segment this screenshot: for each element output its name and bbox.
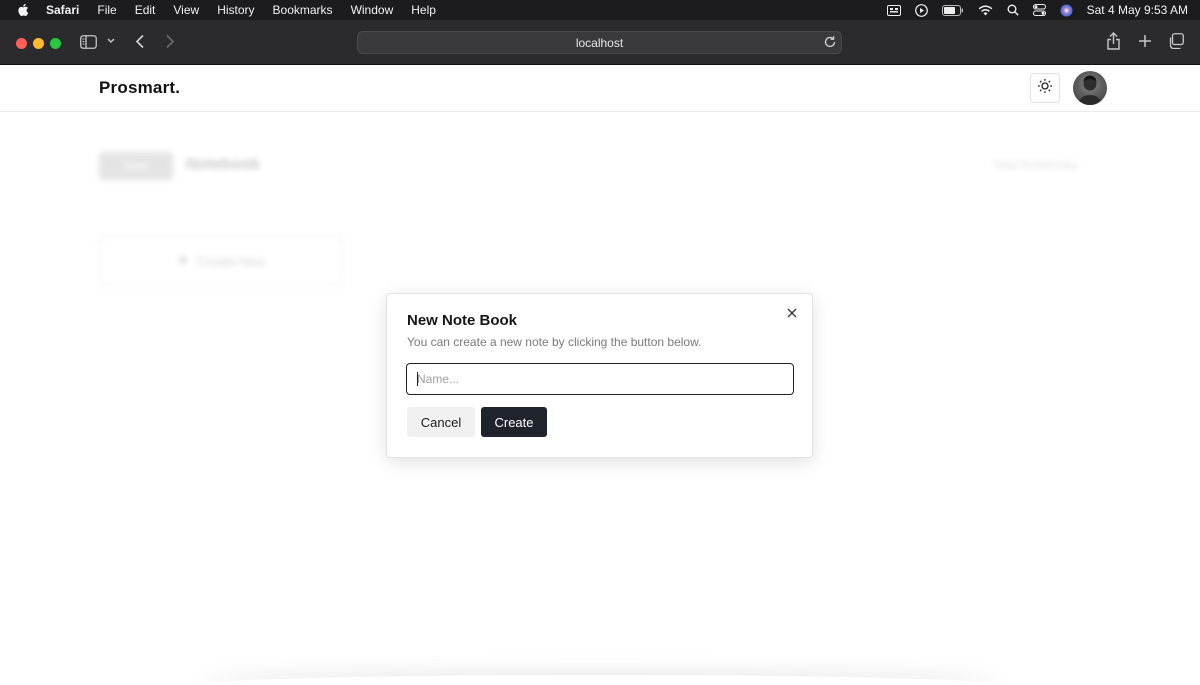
menu-clock[interactable]: Sat 4 May 9:53 AM [1087,3,1188,17]
bg-create-new-label: Create New [196,253,266,269]
siri-icon[interactable] [1060,4,1073,17]
menu-window[interactable]: Window [351,3,394,17]
notebook-name-input[interactable] [406,363,794,395]
web-page: Prosmart. New Notebook Total Notebooks C… [0,65,1200,685]
address-bar[interactable]: localhost [357,31,842,54]
close-icon[interactable] [785,306,799,320]
plus-icon [177,254,189,269]
sun-icon [1037,78,1053,99]
new-tab-plus-icon[interactable] [1138,34,1152,48]
macos-menu-bar: Safari File Edit View History Bookmarks … [0,0,1200,20]
spotlight-search-icon[interactable] [1007,4,1019,16]
new-notebook-dialog: New Note Book You can create a new note … [386,293,813,458]
site-header: Prosmart. [0,65,1200,112]
theme-toggle-button[interactable] [1030,73,1060,103]
text-caret [417,372,418,386]
window-maximize-button[interactable] [50,38,61,49]
bg-total-notebooks: Total Notebooks [992,158,1079,172]
menu-app-name[interactable]: Safari [46,3,79,17]
window-close-button[interactable] [16,38,27,49]
menu-view[interactable]: View [173,3,199,17]
screen-mirroring-icon[interactable] [886,4,901,16]
bg-new-button: New [99,152,173,180]
browser-toolbar: localhost [0,20,1200,65]
brand-logo[interactable]: Prosmart. [99,78,180,98]
cancel-button[interactable]: Cancel [407,407,475,437]
address-url: localhost [575,35,624,50]
menu-file[interactable]: File [97,3,116,17]
chevron-down-icon[interactable] [107,38,115,44]
apple-logo-icon[interactable] [16,3,30,17]
tab-overview-icon[interactable] [1168,33,1184,49]
menu-bookmarks[interactable]: Bookmarks [273,3,333,17]
bg-create-new-card: Create New [99,236,343,286]
create-button[interactable]: Create [481,407,547,437]
back-arrow-icon[interactable] [135,34,145,49]
now-playing-icon[interactable] [914,3,928,17]
menu-help[interactable]: Help [411,3,436,17]
sidebar-toggle-icon[interactable] [80,35,97,49]
share-icon[interactable] [1106,32,1121,50]
control-center-icon[interactable] [1032,4,1046,16]
menu-edit[interactable]: Edit [135,3,156,17]
dialog-title: New Note Book [407,312,518,329]
wifi-icon[interactable] [978,4,993,16]
window-minimize-button[interactable] [33,38,44,49]
battery-icon[interactable] [941,4,964,16]
menu-history[interactable]: History [217,3,254,17]
user-avatar[interactable] [1073,71,1107,105]
bg-page-title: Notebook [186,156,260,173]
dialog-description: You can create a new note by clicking th… [407,335,702,349]
reload-icon[interactable] [823,35,837,49]
forward-arrow-icon[interactable] [165,34,175,49]
